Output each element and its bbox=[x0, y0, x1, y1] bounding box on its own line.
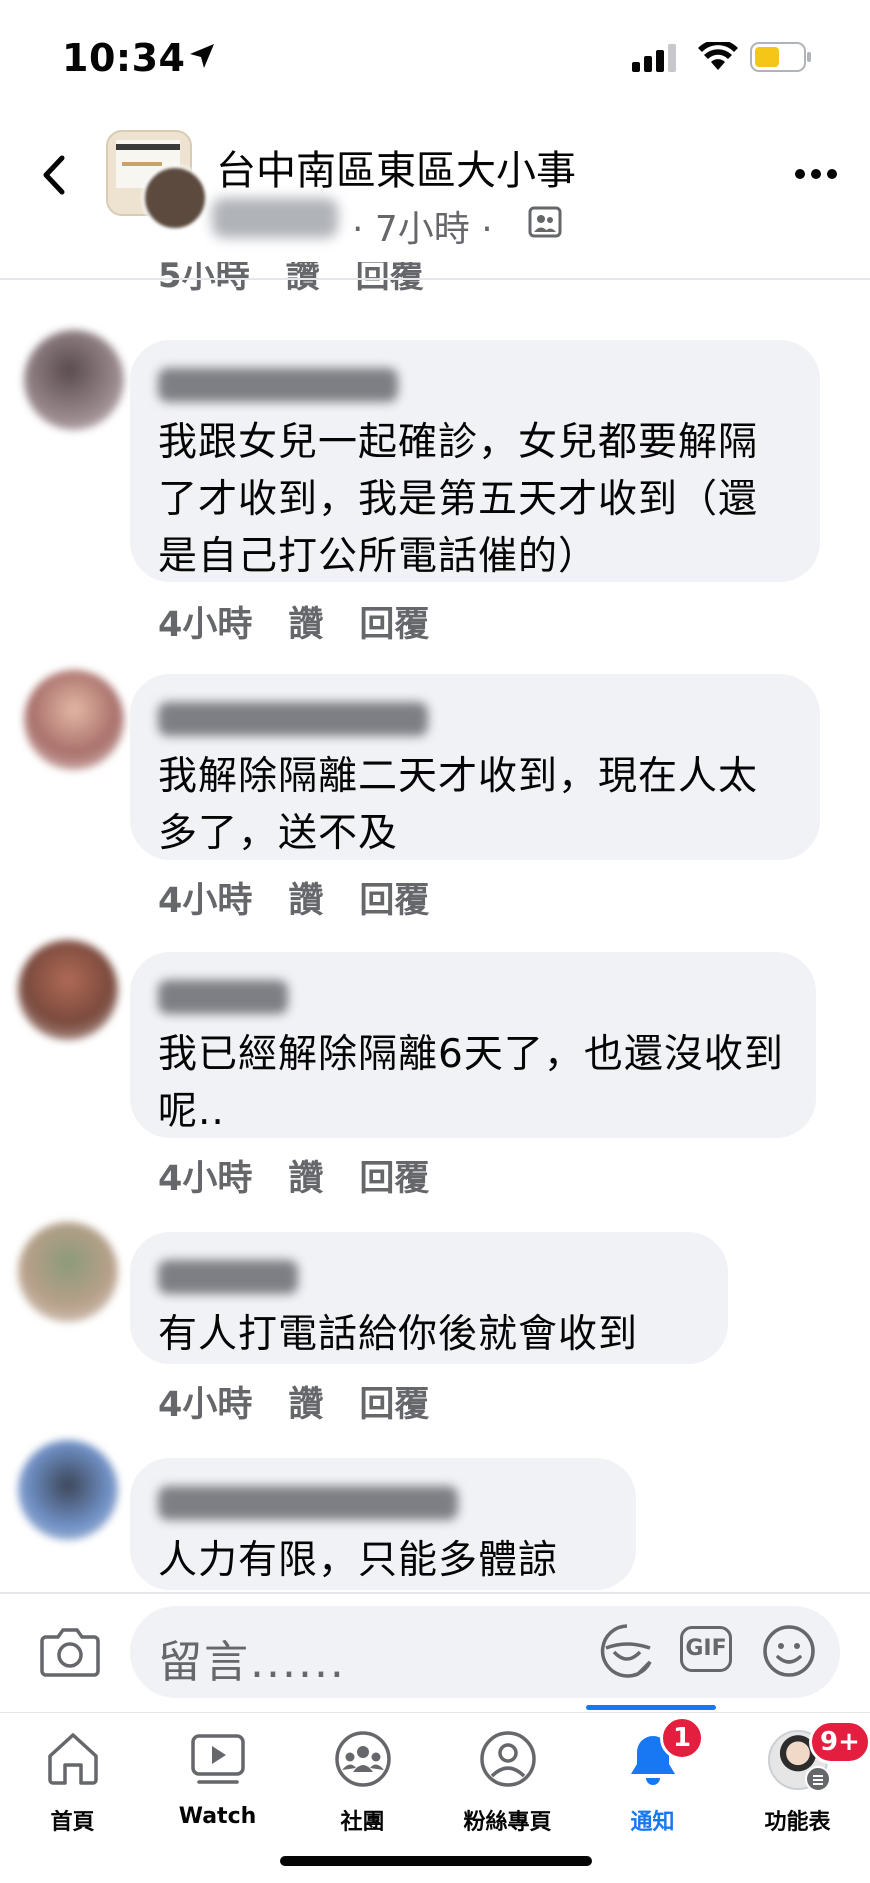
like-link[interactable]: 讚 bbox=[288, 1159, 323, 1199]
tab-label: 社團 bbox=[340, 1810, 385, 1835]
reply-link[interactable]: 回覆 bbox=[359, 605, 429, 645]
status-time: 10:34 bbox=[62, 36, 186, 80]
commenter-name-redacted[interactable] bbox=[158, 368, 398, 402]
tab-groups[interactable]: 社團 bbox=[290, 1722, 435, 1835]
comment-text: 我已經解除隔離6天了，也還沒收到呢.. bbox=[158, 1032, 784, 1134]
comment-meta: 4小時讚回覆 bbox=[158, 872, 465, 923]
sticker-icon[interactable] bbox=[598, 1622, 656, 1678]
wifi-icon bbox=[698, 42, 738, 70]
comment-bubble: 我已經解除隔離6天了，也還沒收到呢.. bbox=[130, 952, 816, 1138]
tab-label: 首頁 bbox=[50, 1810, 95, 1835]
more-options-icon[interactable] bbox=[794, 164, 838, 184]
tab-menu[interactable]: 9+ 功能表 bbox=[725, 1720, 870, 1835]
comment-bubble: 我解除隔離二天才收到，現在人太多了，送不及 bbox=[130, 674, 820, 860]
back-chevron-icon[interactable] bbox=[34, 150, 74, 200]
watch-icon bbox=[190, 1734, 245, 1784]
tab-watch[interactable]: Watch bbox=[145, 1722, 290, 1834]
gif-button[interactable]: GIF bbox=[680, 1626, 732, 1672]
tabbar-divider bbox=[0, 1712, 870, 1713]
comment-bubble: 我跟女兒一起確診，女兒都要解隔了才收到，我是第五天才收到（還是自己打公所電話催的… bbox=[130, 340, 820, 582]
like-link[interactable]: 讚 bbox=[288, 1385, 323, 1425]
tab-label: 粉絲專頁 bbox=[463, 1810, 552, 1835]
comment-input-placeholder[interactable]: 留言...... bbox=[158, 1626, 346, 1690]
commenter-avatar[interactable] bbox=[24, 330, 124, 430]
comment-time: 4小時 bbox=[158, 605, 253, 645]
home-indicator[interactable] bbox=[280, 1856, 592, 1866]
comment-meta: 4小時讚回覆 bbox=[158, 1150, 465, 1201]
location-arrow-icon bbox=[190, 44, 214, 68]
poster-avatar[interactable] bbox=[142, 165, 208, 231]
commenter-avatar[interactable] bbox=[18, 1222, 118, 1322]
comment-bubble: 人力有限，只能多體諒 bbox=[130, 1458, 636, 1590]
comment-time: 4小時 bbox=[158, 881, 253, 921]
battery-icon bbox=[750, 42, 811, 72]
composer-divider bbox=[0, 1592, 870, 1594]
commenter-name-redacted[interactable] bbox=[158, 980, 288, 1014]
comment-text: 我解除隔離二天才收到，現在人太多了，送不及 bbox=[158, 754, 759, 856]
cellular-signal-icon bbox=[632, 44, 676, 72]
header-divider bbox=[0, 278, 870, 280]
reply-link[interactable]: 回覆 bbox=[359, 1159, 429, 1199]
group-audience-icon bbox=[528, 206, 562, 238]
like-link[interactable]: 讚 bbox=[288, 605, 323, 645]
comment-text: 人力有限，只能多體諒 bbox=[158, 1538, 559, 1583]
comment-time: 4小時 bbox=[158, 1385, 253, 1425]
menu-icon bbox=[805, 1766, 831, 1792]
commenter-avatar[interactable] bbox=[18, 1440, 118, 1540]
previous-comment-meta: 5小時讚回覆 bbox=[158, 262, 558, 302]
tab-pages[interactable]: 粉絲專頁 bbox=[435, 1722, 580, 1835]
comment-text: 有人打電話給你後就會收到 bbox=[158, 1312, 639, 1357]
commenter-name-redacted[interactable] bbox=[158, 702, 428, 736]
tab-label: 通知 bbox=[630, 1810, 675, 1835]
notification-badge: 1 bbox=[660, 1716, 704, 1760]
reply-link[interactable]: 回覆 bbox=[359, 881, 429, 921]
active-tab-indicator bbox=[586, 1705, 716, 1710]
tab-notifications[interactable]: 1 通知 bbox=[580, 1716, 725, 1835]
comment-meta: 4小時讚回覆 bbox=[158, 596, 465, 647]
group-title[interactable]: 台中南區東區大小事 bbox=[216, 138, 576, 196]
home-icon bbox=[47, 1733, 98, 1785]
emoji-icon[interactable] bbox=[762, 1624, 816, 1678]
commenter-avatar[interactable] bbox=[24, 670, 124, 770]
post-meta: · 7小時 · bbox=[352, 209, 493, 250]
like-link[interactable]: 讚 bbox=[288, 881, 323, 921]
comment-time: 4小時 bbox=[158, 1159, 253, 1199]
poster-name-redacted[interactable] bbox=[212, 198, 338, 238]
gif-label: GIF bbox=[685, 1636, 727, 1661]
comment-bubble: 有人打電話給你後就會收到 bbox=[130, 1232, 728, 1364]
comment-text: 我跟女兒一起確診，女兒都要解隔了才收到，我是第五天才收到（還是自己打公所電話催的… bbox=[158, 420, 759, 579]
pages-icon bbox=[479, 1731, 536, 1787]
tab-label: Watch bbox=[178, 1804, 257, 1829]
commenter-name-redacted[interactable] bbox=[158, 1260, 298, 1294]
groups-icon bbox=[334, 1731, 391, 1787]
menu-badge: 9+ bbox=[809, 1720, 870, 1764]
tab-home[interactable]: 首頁 bbox=[0, 1722, 145, 1835]
commenter-name-redacted[interactable] bbox=[158, 1486, 458, 1520]
commenter-avatar[interactable] bbox=[18, 940, 118, 1040]
camera-icon[interactable] bbox=[40, 1625, 100, 1677]
reply-link[interactable]: 回覆 bbox=[359, 1385, 429, 1425]
tab-label: 功能表 bbox=[764, 1810, 831, 1835]
comment-meta: 4小時讚回覆 bbox=[158, 1376, 465, 1427]
